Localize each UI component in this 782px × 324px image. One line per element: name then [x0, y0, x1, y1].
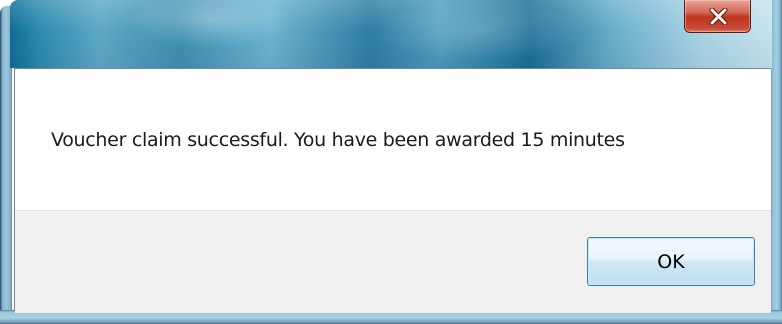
- message-dialog-window: Voucher claim successful. You have been …: [0, 0, 782, 324]
- message-area: Voucher claim successful. You have been …: [15, 69, 771, 210]
- close-button[interactable]: [684, 0, 751, 33]
- button-area: OK: [15, 210, 771, 313]
- title-bar[interactable]: [10, 0, 772, 68]
- dialog-client-area: Voucher claim successful. You have been …: [14, 68, 771, 313]
- message-text: Voucher claim successful. You have been …: [51, 129, 625, 151]
- ok-button[interactable]: OK: [587, 237, 755, 286]
